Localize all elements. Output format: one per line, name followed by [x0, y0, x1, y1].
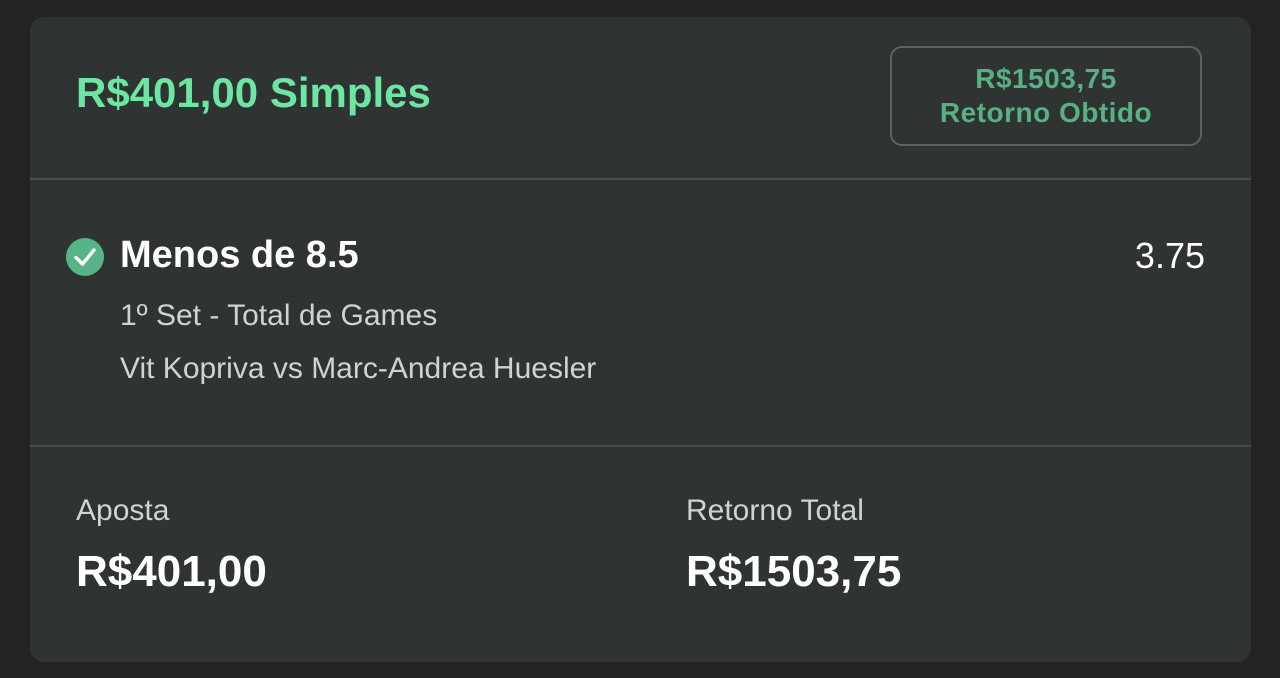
bet-card: R$401,00 Simples R$1503,75 Retorno Obtid…	[30, 17, 1251, 662]
check-circle-icon	[66, 238, 104, 276]
selection-odds: 3.75	[1134, 235, 1205, 276]
bet-header: R$401,00 Simples R$1503,75 Retorno Obtid…	[30, 17, 1251, 178]
selection-name: Menos de 8.5	[120, 234, 359, 276]
bet-title: R$401,00 Simples	[76, 69, 431, 116]
returned-amount: R$1503,75	[975, 63, 1117, 94]
stake-value: R$401,00	[76, 547, 267, 596]
return-obtained-badge: R$1503,75 Retorno Obtido	[890, 46, 1202, 146]
bet-summary: Aposta R$401,00 Retorno Total R$1503,75	[30, 447, 1251, 662]
event-name: Vit Kopriva vs Marc-Andrea Huesler	[120, 352, 597, 385]
stake-label: Aposta	[76, 494, 170, 527]
returned-label: Retorno Obtido	[939, 97, 1153, 128]
total-return-label: Retorno Total	[686, 494, 864, 527]
market-name: 1º Set - Total de Games	[120, 299, 438, 332]
total-return-value: R$1503,75	[686, 547, 902, 596]
selection-row: Menos de 8.5 3.75 1º Set - Total de Game…	[30, 180, 1251, 445]
